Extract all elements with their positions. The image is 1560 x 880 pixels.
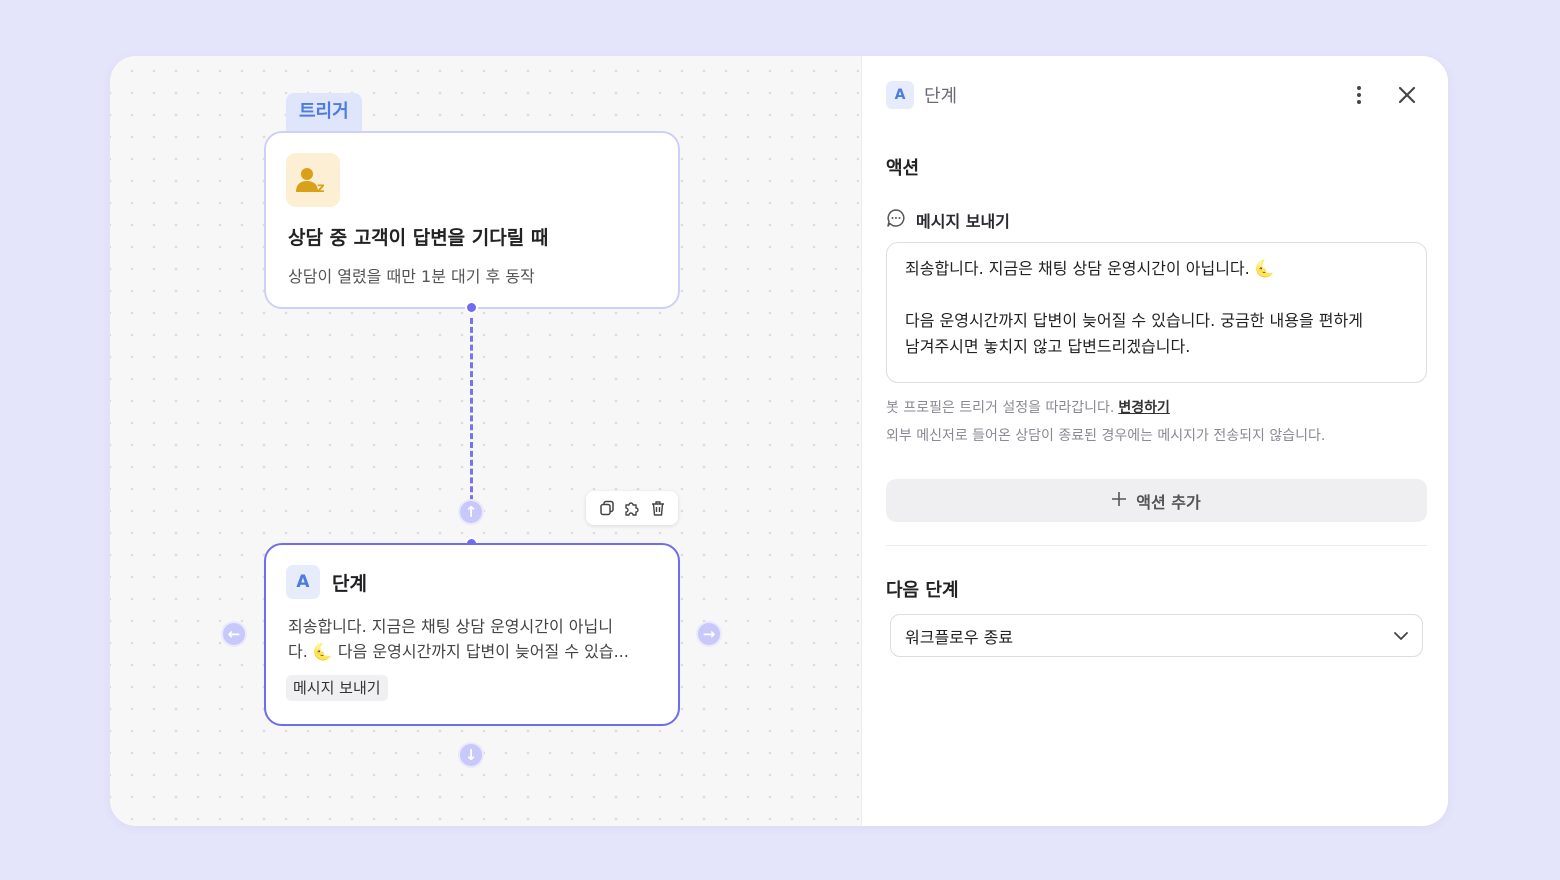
panel-step-badge: A — [886, 81, 914, 109]
step-node-a[interactable]: A 단계 죄송합니다. 지금은 채팅 상담 운영시간이 아닙니 다. 🌜 다음 … — [264, 543, 680, 726]
close-icon[interactable] — [1394, 82, 1420, 108]
message-textarea[interactable]: 죄송합니다. 지금은 채팅 상담 운영시간이 아닙니다. 🌜 다음 운영시간까지… — [886, 242, 1427, 383]
message-line-2: 다음 운영시간까지 답변이 늦어질 수 있습니다. 궁금한 내용을 편하게 — [905, 311, 1363, 330]
more-options-icon[interactable] — [1349, 82, 1369, 108]
chat-bubble-icon — [886, 208, 906, 232]
trigger-tag: 트리거 — [286, 93, 362, 133]
node-toolbar — [586, 491, 678, 525]
trigger-title: 상담 중 고객이 답변을 기다릴 때 — [288, 227, 549, 249]
move-up-button[interactable]: ↑ — [458, 499, 484, 525]
next-step-value: 워크플로우 종료 — [905, 627, 1014, 647]
message-line-3: 남겨주시면 놓치지 않고 답변드리겠습니다. — [905, 337, 1191, 356]
add-action-label: 액션 추가 — [1136, 492, 1201, 512]
action-chip: 메시지 보내기 — [286, 675, 388, 701]
send-message-label: 메시지 보내기 — [916, 212, 1010, 231]
trash-icon[interactable] — [649, 499, 667, 517]
workflow-canvas[interactable]: 트리거 z 상담 중 고객이 답변을 기다릴 때 상담이 열렸을 때만 1분 대… — [110, 56, 862, 826]
step-settings-panel: A 단계 액션 메시지 보내기 죄송합니다. 지금은 채팅 상담 운영시간이 아… — [862, 56, 1448, 826]
step-badge: A — [286, 565, 320, 599]
bot-profile-note-text: 봇 프로필은 트리거 설정을 따라갑니다. — [886, 400, 1115, 416]
actions-heading: 액션 — [886, 158, 920, 179]
panel-title[interactable]: 단계 — [924, 82, 957, 108]
trigger-output-handle[interactable] — [465, 301, 478, 314]
step-preview-line-1: 죄송합니다. 지금은 채팅 상담 운영시간이 아닙니 — [288, 617, 613, 636]
send-message-action: 메시지 보내기 — [886, 208, 1010, 232]
add-action-button[interactable]: 액션 추가 — [886, 479, 1427, 522]
puzzle-icon[interactable] — [623, 499, 641, 517]
move-right-button[interactable]: → — [696, 621, 722, 647]
move-left-button[interactable]: ← — [221, 621, 247, 647]
step-title: 단계 — [332, 572, 367, 595]
workflow-editor: 트리거 z 상담 중 고객이 답변을 기다릴 때 상담이 열렸을 때만 1분 대… — [110, 56, 1448, 826]
plus-icon — [1112, 491, 1127, 510]
external-messenger-note: 외부 메신저로 들어온 상담이 종료된 경우에는 메시지가 전송되지 않습니다. — [886, 428, 1326, 444]
copy-icon[interactable] — [598, 499, 616, 517]
change-profile-link[interactable]: 변경하기 — [1118, 400, 1170, 416]
step-preview-line-2: 다. 🌜 다음 운영시간까지 답변이 늦어질 수 있습... — [288, 642, 629, 661]
trigger-subtitle: 상담이 열렸을 때만 1분 대기 후 동작 — [288, 267, 535, 286]
trigger-node[interactable]: z 상담 중 고객이 답변을 기다릴 때 상담이 열렸을 때만 1분 대기 후 … — [264, 131, 680, 309]
svg-text:z: z — [317, 181, 325, 194]
next-step-heading: 다음 단계 — [886, 580, 959, 601]
section-divider — [886, 545, 1427, 546]
trigger-to-step-connector — [470, 318, 473, 510]
step-message-preview: 죄송합니다. 지금은 채팅 상담 운영시간이 아닙니 다. 🌜 다음 운영시간까… — [288, 614, 666, 664]
bot-profile-note: 봇 프로필은 트리거 설정을 따라갑니다. 변경하기 — [886, 397, 1170, 417]
next-step-select[interactable]: 워크플로우 종료 — [890, 614, 1423, 657]
chevron-down-icon — [1394, 626, 1408, 645]
move-down-button[interactable]: ↓ — [458, 742, 484, 768]
person-sleeping-icon: z — [286, 153, 340, 207]
message-line-1: 죄송합니다. 지금은 채팅 상담 운영시간이 아닙니다. 🌜 — [905, 259, 1275, 278]
